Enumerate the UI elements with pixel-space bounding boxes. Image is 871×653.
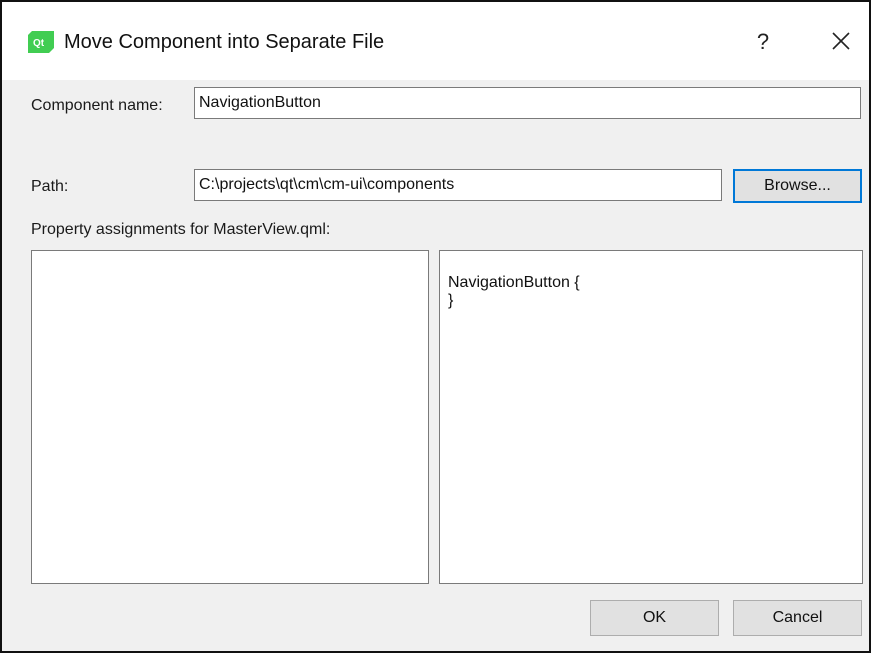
cancel-button[interactable]: Cancel	[733, 600, 862, 636]
preview-line: NavigationButton {	[448, 274, 580, 291]
property-assignments-list[interactable]	[31, 250, 429, 584]
svg-text:Qt: Qt	[33, 38, 45, 49]
component-preview-editor[interactable]: NavigationButton { }	[439, 250, 863, 584]
help-button[interactable]: ?	[746, 26, 780, 58]
close-icon	[824, 32, 858, 62]
property-assignments-label: Property assignments for MasterView.qml:	[31, 221, 331, 238]
path-label: Path:	[31, 178, 69, 195]
title-bar: Qt Move Component into Separate File ?	[2, 2, 869, 80]
window-title: Move Component into Separate File	[64, 31, 385, 53]
qt-creator-icon: Qt	[28, 31, 54, 53]
close-button[interactable]	[824, 24, 858, 58]
path-input[interactable]: C:\projects\qt\cm\cm-ui\components	[194, 169, 722, 201]
component-name-label: Component name:	[31, 97, 163, 114]
ok-button[interactable]: OK	[590, 600, 719, 636]
component-name-input[interactable]: NavigationButton	[194, 87, 861, 119]
preview-line: }	[448, 292, 454, 309]
move-component-dialog: Qt Move Component into Separate File ? C…	[0, 0, 871, 653]
browse-button[interactable]: Browse...	[733, 169, 862, 203]
